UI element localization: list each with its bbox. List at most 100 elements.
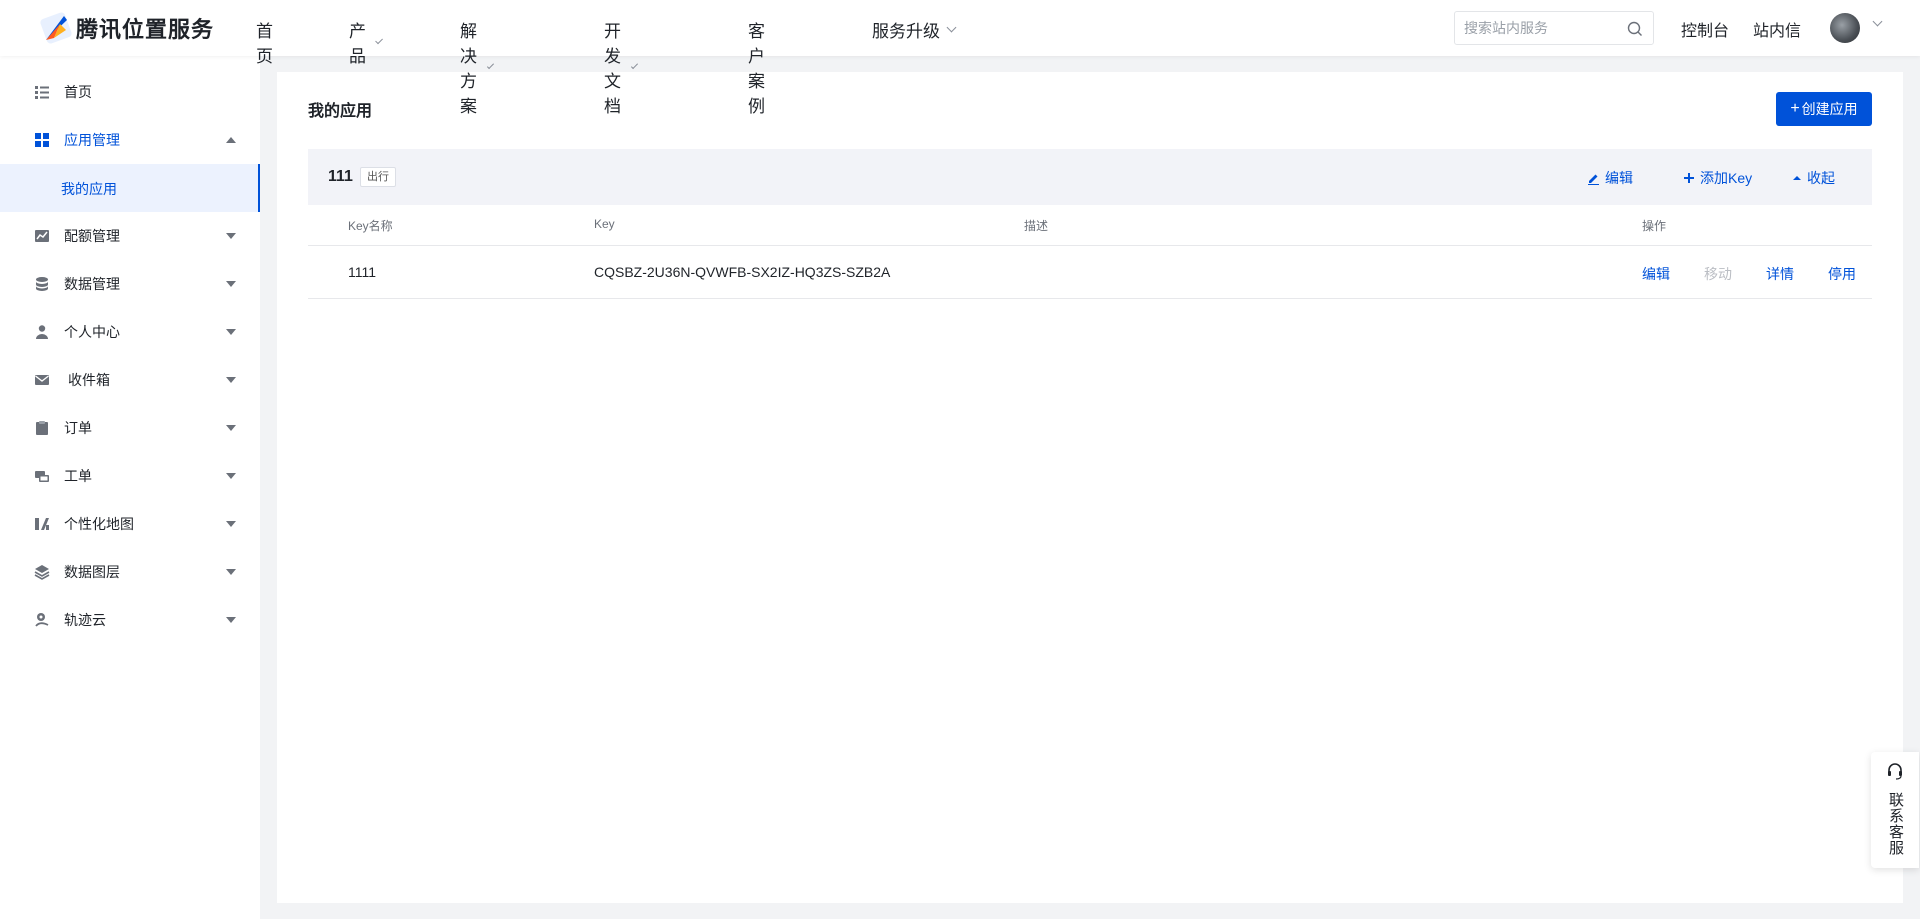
caret-down-icon: [226, 569, 236, 575]
sidebar-item-custom-map[interactable]: 个性化地图: [0, 500, 260, 548]
sidebar-item-track-cloud[interactable]: 轨迹云: [0, 596, 260, 644]
clipboard-icon: [36, 421, 48, 435]
sidebar-item-label: 收件箱: [68, 372, 110, 388]
create-app-label: 创建应用: [1801, 101, 1858, 117]
list-icon: [35, 86, 49, 99]
app-category-tag: 出行: [360, 167, 396, 187]
key-detail-link[interactable]: 详情: [1766, 264, 1794, 284]
nav-label: 产品: [349, 22, 366, 66]
sidebar-item-home[interactable]: 首页: [0, 68, 260, 116]
main-panel: 我的应用 + 创建应用 111 出行 编辑 添加Key 收起 Key名称 Key…: [277, 72, 1903, 903]
caret-down-icon: [226, 377, 236, 383]
caret-down-icon: [226, 329, 236, 335]
mail-icon: [35, 375, 49, 385]
disable-key-link[interactable]: 停用: [1828, 264, 1856, 284]
top-navbar: 腾讯位置服务 首页 产品 解决方案 开发文档 客户案例 服务升级 搜索站内服务 …: [0, 0, 1920, 116]
avatar[interactable]: [1830, 13, 1860, 43]
sidebar-item-label: 个性化地图: [64, 516, 134, 532]
chart-icon: [35, 230, 49, 242]
key-value-cell: CQSBZ-2U36N-QVWFB-SX2IZ-HQ3ZS-SZB2A: [594, 264, 891, 280]
add-key-button[interactable]: 添加Key: [1683, 168, 1752, 188]
database-icon: [36, 277, 48, 291]
user-icon: [36, 325, 48, 339]
nav-label: 开发文档: [604, 22, 621, 116]
sidebar-item-label: 应用管理: [64, 132, 120, 148]
key-table: Key名称 Key 描述 操作 1111 CQSBZ-2U36N-QVWFB-S…: [308, 205, 1872, 299]
column-header: 操作: [1642, 219, 1667, 233]
table-row: 1111 CQSBZ-2U36N-QVWFB-SX2IZ-HQ3ZS-SZB2A…: [308, 246, 1872, 299]
nav-upgrade[interactable]: 服务升级: [872, 17, 957, 42]
nav-label: 服务升级: [872, 22, 940, 41]
headset-icon: [1888, 763, 1902, 780]
edit-app-button[interactable]: 编辑: [1587, 168, 1633, 188]
contact-support-button[interactable]: 联系客服: [1871, 752, 1919, 868]
nav-home[interactable]: 首页: [256, 17, 273, 67]
column-header: Key名称: [348, 219, 393, 233]
edit-label: 编辑: [1605, 170, 1633, 186]
sidebar-item-label: 个人中心: [64, 324, 120, 340]
sidebar-item-label: 数据图层: [64, 564, 120, 580]
create-app-button[interactable]: + 创建应用: [1776, 92, 1872, 126]
caret-up-icon: [226, 137, 236, 143]
sidebar-item-label: 轨迹云: [64, 612, 106, 628]
nav-solutions[interactable]: 解决方案: [460, 17, 495, 117]
console-link[interactable]: 控制台: [1681, 17, 1729, 41]
sidebar-subitem-label: 我的应用: [61, 181, 117, 197]
caret-down-icon: [226, 281, 236, 287]
plus-icon: +: [1790, 100, 1800, 117]
nav-cases[interactable]: 客户案例: [748, 17, 765, 117]
sidebar-item-label: 配额管理: [64, 228, 120, 244]
sidebar-item-mailbox[interactable]: 收件箱: [0, 356, 260, 404]
ticket-icon: [35, 471, 49, 482]
caret-down-icon: [226, 473, 236, 479]
logo-icon: [40, 12, 72, 44]
sidebar-item-label: 工单: [64, 468, 92, 484]
sidebar-item-data[interactable]: 数据管理: [0, 260, 260, 308]
sidebar-item-app-management[interactable]: 应用管理: [0, 116, 260, 164]
sidebar-item-label: 首页: [64, 84, 92, 100]
nav-label: 客户案例: [748, 22, 765, 116]
sidebar-item-profile[interactable]: 个人中心: [0, 308, 260, 356]
nav-label: 首页: [256, 22, 273, 66]
caret-down-icon: [226, 617, 236, 623]
app-card-header: 111 出行 编辑 添加Key 收起: [308, 149, 1872, 205]
add-key-label: 添加Key: [1700, 170, 1753, 186]
column-header: 描述: [1024, 219, 1049, 233]
search-input[interactable]: [1464, 20, 1624, 36]
chevron-down-icon: [374, 35, 383, 45]
key-name-cell: 1111: [348, 264, 377, 280]
edit-key-link[interactable]: 编辑: [1642, 264, 1670, 284]
sidebar-item-label: 订单: [64, 420, 92, 436]
collapse-button[interactable]: 收起: [1792, 168, 1835, 188]
column-header: Key: [594, 217, 615, 231]
inbox-link[interactable]: 站内信: [1753, 17, 1801, 41]
layers-icon: [34, 565, 50, 580]
logo-text: 腾讯位置服务: [76, 17, 215, 42]
plus-icon: [1684, 173, 1694, 183]
move-key-link: 移动: [1704, 266, 1732, 282]
sidebar-item-data-layers[interactable]: 数据图层: [0, 548, 260, 596]
pencil-icon: [1588, 174, 1599, 185]
chevron-down-icon: [946, 22, 957, 33]
chevron-down-icon: [487, 61, 495, 69]
app-name: 111: [328, 168, 353, 185]
sidebar-subitem-my-apps[interactable]: 我的应用: [0, 164, 260, 212]
sidebar-item-orders[interactable]: 订单: [0, 404, 260, 452]
page-title: 我的应用: [308, 103, 373, 120]
logo[interactable]: 腾讯位置服务: [40, 12, 214, 44]
chevron-down-icon[interactable]: [1872, 16, 1883, 27]
caret-down-icon: [226, 233, 236, 239]
sidebar: 首页 应用管理 我的应用 配额管理 数据管理 个人中心 收件箱 订单 工单 个性…: [0, 56, 260, 919]
track-cloud-icon: [35, 613, 49, 627]
contact-support-label: 联系客服: [1887, 792, 1904, 856]
sidebar-item-quota[interactable]: 配额管理: [0, 212, 260, 260]
sidebar-item-label: 数据管理: [64, 276, 120, 292]
search-icon[interactable]: [1627, 21, 1643, 37]
nav-products[interactable]: 产品: [349, 17, 383, 67]
nav-docs[interactable]: 开发文档: [604, 17, 639, 117]
table-header: Key名称 Key 描述 操作: [308, 205, 1872, 246]
sidebar-item-tickets[interactable]: 工单: [0, 452, 260, 500]
chevron-down-icon: [631, 61, 639, 69]
collapse-label: 收起: [1807, 170, 1835, 186]
caret-up-icon: [1793, 176, 1801, 180]
